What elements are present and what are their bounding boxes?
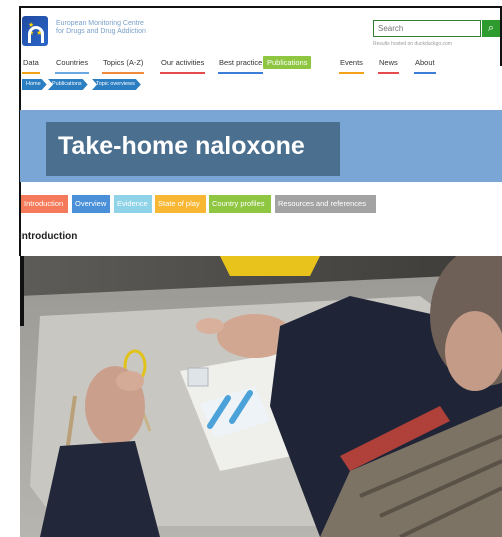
tab-introduction[interactable]: Introduction [21,195,68,213]
nav-item-best-practice[interactable]: Best practice [218,58,264,74]
search-hint: Results hosted on duckduckgo.com [373,41,452,47]
tab-country-profiles[interactable]: Country profiles [209,195,271,213]
naloxone-kit-photo [20,256,502,537]
search-button[interactable]: ⌕ [482,20,500,37]
nav-item-topics[interactable]: Topics (A-Z) [102,58,145,74]
frame-border-top [20,6,502,8]
nav-item-our-activities[interactable]: Our activities [160,58,206,74]
breadcrumb-topic-overviews[interactable]: Topic overviews [92,79,141,90]
emcdda-logo[interactable]: ★ ★ ★ [22,16,48,46]
breadcrumb-home[interactable]: Home [22,79,47,90]
nav-item-publications[interactable]: Publications [263,56,312,69]
nav-item-data[interactable]: Data [22,58,40,74]
nav-item-countries[interactable]: Countries [55,58,90,74]
search-icon: ⌕ [487,22,495,34]
nav-item-events[interactable]: Events [339,58,364,74]
org-name-line1: European Monitoring Centre [56,20,144,27]
organization-name: European Monitoring Centre for Drugs and… [56,20,196,36]
section-heading: Introduction [19,231,78,242]
breadcrumb-publications[interactable]: Publications [48,79,88,90]
nav-item-about[interactable]: About [414,58,436,74]
nav-item-news[interactable]: News [378,58,399,74]
tab-evidence[interactable]: Evidence [114,195,152,213]
tab-resources-and-references[interactable]: Resources and references [275,195,376,213]
tab-state-of-play[interactable]: State of play [155,195,206,213]
webpage: ★ ★ ★ European Monitoring Centre for Drug… [0,0,502,537]
org-name-line2: for Drugs and Drug Addiction [56,28,146,35]
arc-icon [28,26,44,43]
page-title: Take-home naloxone [58,132,305,160]
search-input[interactable] [373,20,481,37]
tab-overview[interactable]: Overview [72,195,110,213]
